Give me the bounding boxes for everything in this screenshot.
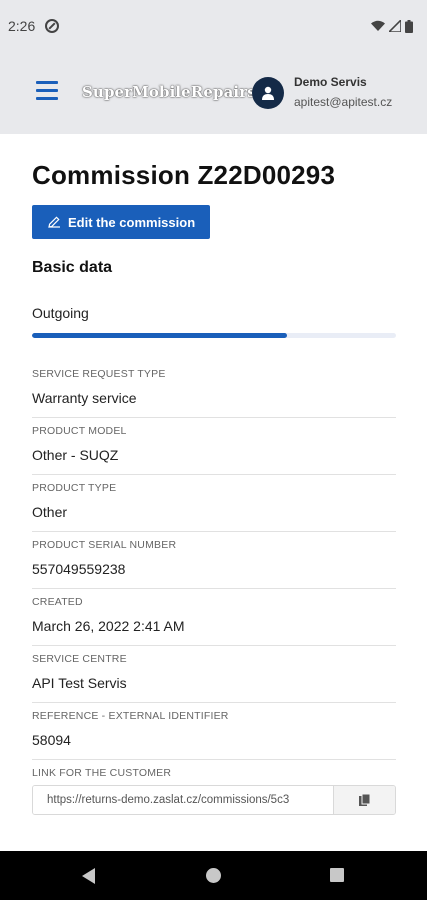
back-icon[interactable] (82, 868, 96, 884)
page-title: Commission Z22D00293 (32, 160, 336, 190)
home-icon[interactable] (206, 868, 221, 883)
detail-fields: SERVICE REQUEST TYPE Warranty service PR… (32, 361, 396, 760)
field-label: SERVICE REQUEST TYPE (32, 368, 166, 380)
progress-fill (32, 333, 287, 338)
pencil-icon (48, 216, 60, 228)
field-product-serial-number: PRODUCT SERIAL NUMBER 557049559238 (32, 532, 396, 589)
recents-icon[interactable] (330, 868, 344, 882)
status-bar: 2:26 (0, 0, 427, 52)
main-content: Commission Z22D00293 Edit the commission… (32, 134, 396, 815)
edit-commission-label: Edit the commission (68, 214, 196, 230)
user-name: Demo Servis (294, 75, 367, 89)
field-value: 557049559238 (32, 561, 126, 577)
field-label: REFERENCE - EXTERNAL IDENTIFIER (32, 710, 229, 722)
field-label: PRODUCT TYPE (32, 482, 117, 494)
field-service-centre: SERVICE CENTRE API Test Servis (32, 646, 396, 703)
field-value: 58094 (32, 732, 71, 748)
field-reference-external-identifier: REFERENCE - EXTERNAL IDENTIFIER 58094 (32, 703, 396, 760)
wifi-icon (371, 20, 385, 31)
field-label: PRODUCT MODEL (32, 425, 127, 437)
field-product-model: PRODUCT MODEL Other - SUQZ (32, 418, 396, 475)
signal-icon (389, 20, 401, 32)
progress-bar (32, 333, 396, 338)
status-label: Outgoing (32, 305, 89, 321)
field-value: API Test Servis (32, 675, 127, 691)
brand-logo[interactable]: SuperMobileRepairs (82, 83, 256, 101)
field-value: Other - SUQZ (32, 447, 119, 463)
status-time: 2:26 (8, 18, 36, 34)
copy-link-button[interactable] (333, 786, 395, 814)
customer-link-label: LINK FOR THE CUSTOMER (32, 767, 172, 779)
user-email: apitest@apitest.cz (294, 95, 393, 109)
battery-icon (405, 19, 413, 33)
field-service-request-type: SERVICE REQUEST TYPE Warranty service (32, 361, 396, 418)
field-created: CREATED March 26, 2022 2:41 AM (32, 589, 396, 646)
customer-link-row (32, 785, 396, 815)
field-value: Warranty service (32, 390, 137, 406)
dnd-icon (45, 19, 60, 33)
section-title: Basic data (32, 259, 113, 276)
field-value: Other (32, 504, 68, 520)
status-icons (371, 19, 413, 33)
avatar[interactable] (252, 77, 284, 109)
menu-icon[interactable] (36, 81, 58, 101)
system-nav-bar (0, 851, 427, 900)
user-icon (262, 86, 274, 100)
field-value: March 26, 2022 2:41 AM (32, 618, 185, 634)
copy-icon (358, 793, 370, 806)
app-header: SuperMobileRepairs Demo Servis apitest@a… (0, 52, 427, 134)
field-label: PRODUCT SERIAL NUMBER (32, 539, 177, 551)
field-label: CREATED (32, 596, 83, 608)
customer-link-input[interactable] (33, 786, 333, 814)
field-label: SERVICE CENTRE (32, 653, 127, 665)
field-product-type: PRODUCT TYPE Other (32, 475, 396, 532)
edit-commission-button[interactable]: Edit the commission (32, 205, 210, 239)
